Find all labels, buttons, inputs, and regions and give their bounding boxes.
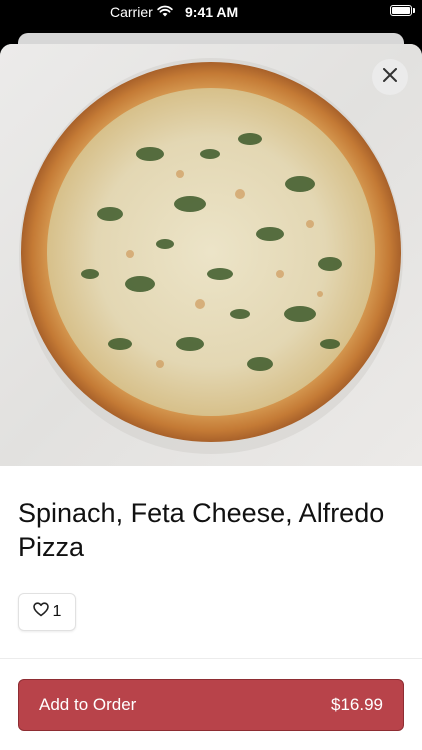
wifi-icon xyxy=(157,4,173,20)
item-title: Spinach, Feta Cheese, Alfredo Pizza xyxy=(18,498,385,562)
carrier-indicator: Carrier xyxy=(110,4,173,20)
close-button[interactable] xyxy=(372,59,408,95)
like-count: 1 xyxy=(52,603,62,620)
status-time: 9:41 AM xyxy=(185,4,239,20)
add-to-order-button[interactable]: Add to Order $16.99 xyxy=(18,679,404,731)
heart-icon xyxy=(32,602,49,622)
item-price: $16.99 xyxy=(331,695,383,714)
close-icon xyxy=(383,67,397,87)
like-button[interactable]: 1 xyxy=(18,593,76,631)
add-to-order-label: Add to Order xyxy=(39,695,137,714)
item-detail-sheet: Spinach, Feta Cheese, Alfredo Pizza 1 Ad… xyxy=(0,44,422,750)
battery-icon xyxy=(390,5,415,16)
pizza-photo xyxy=(0,44,422,466)
carrier-label: Carrier xyxy=(110,4,153,20)
divider xyxy=(0,658,422,659)
status-bar: Carrier 9:41 AM xyxy=(0,0,422,24)
